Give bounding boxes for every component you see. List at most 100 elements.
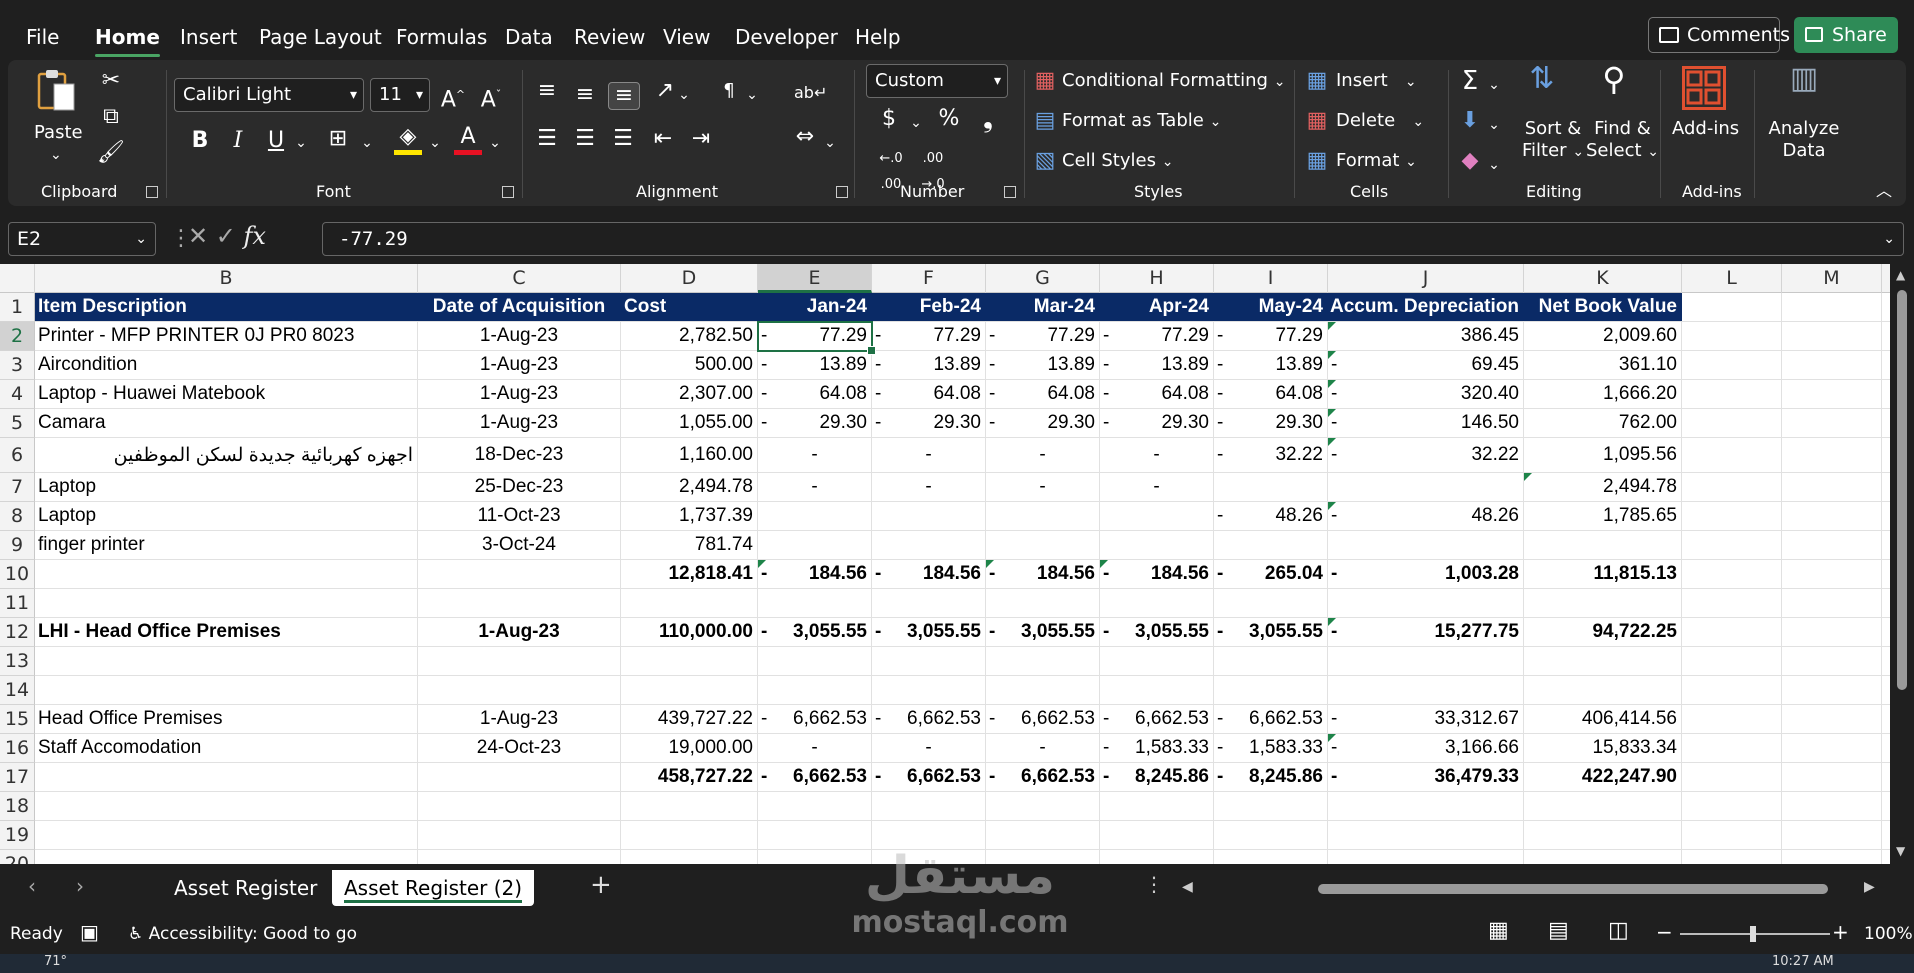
paste-label[interactable]: Paste	[34, 122, 83, 144]
cell-m8[interactable]	[1782, 502, 1882, 530]
chevron-down-icon[interactable]: ⌄	[292, 130, 310, 156]
font-size-dropdown[interactable]: 11 ▾	[370, 78, 430, 112]
cell-l10[interactable]	[1682, 560, 1782, 588]
cell-j19[interactable]	[1328, 821, 1524, 849]
row-header[interactable]: 7	[0, 473, 35, 502]
cell-f3[interactable]: - 13.89	[872, 351, 986, 379]
clear-icon[interactable]: ◆	[1456, 148, 1484, 174]
column-header-j[interactable]: J	[1328, 264, 1524, 293]
cell-c2[interactable]: 1-Aug-23	[418, 322, 621, 350]
menu-file[interactable]: File	[26, 24, 59, 50]
cell-m20[interactable]	[1782, 850, 1882, 864]
cell-d18[interactable]	[621, 792, 758, 820]
cell-d6[interactable]: 1,160.00	[621, 438, 758, 472]
cell-k1[interactable]: Net Book Value	[1524, 293, 1682, 321]
cell-j11[interactable]	[1328, 589, 1524, 617]
cell-j16[interactable]: -3,166.66	[1328, 734, 1524, 762]
cell-g7[interactable]: -	[986, 473, 1100, 501]
cell-f5[interactable]: - 29.30	[872, 409, 986, 437]
cell-f19[interactable]	[872, 821, 986, 849]
cell-k14[interactable]	[1524, 676, 1682, 704]
cell-c18[interactable]	[418, 792, 621, 820]
fill-color-icon[interactable]: ◈	[394, 124, 422, 155]
conditional-formatting-icon[interactable]: ▦	[1032, 68, 1058, 94]
cancel-icon[interactable]: ✕	[188, 222, 208, 250]
cell-j9[interactable]	[1328, 531, 1524, 559]
cell-l11[interactable]	[1682, 589, 1782, 617]
cell-e3[interactable]: - 13.89	[758, 351, 872, 379]
collapse-ribbon-icon[interactable]: ︿	[1872, 178, 1896, 204]
cell-k15[interactable]: 406,414.56	[1524, 705, 1682, 733]
cell-j3[interactable]: -69.45	[1328, 351, 1524, 379]
cell-g13[interactable]	[986, 647, 1100, 675]
cell-d1[interactable]: Cost	[621, 293, 758, 321]
text-direction-icon[interactable]: ¶	[716, 78, 742, 104]
cell-h5[interactable]: - 29.30	[1100, 409, 1214, 437]
cell-e12[interactable]: - 3,055.55	[758, 618, 872, 646]
cell-d11[interactable]	[621, 589, 758, 617]
cell-c14[interactable]	[418, 676, 621, 704]
cell-l19[interactable]	[1682, 821, 1782, 849]
zoom-level[interactable]: 100%	[1864, 924, 1913, 944]
find-select-icon[interactable]: ⚲	[1592, 63, 1636, 110]
chevron-down-icon[interactable]: ⌄	[426, 130, 444, 156]
cell-e8[interactable]	[758, 502, 872, 530]
cell-m3[interactable]	[1782, 351, 1882, 379]
cell-l5[interactable]	[1682, 409, 1782, 437]
menu-view[interactable]: View	[663, 24, 710, 50]
cell-m16[interactable]	[1782, 734, 1882, 762]
menu-data[interactable]: Data	[505, 24, 553, 50]
vertical-scroll-thumb[interactable]	[1897, 290, 1907, 690]
zoom-out-icon[interactable]: −	[1656, 920, 1673, 944]
cell-h10[interactable]: -184.56	[1100, 560, 1214, 588]
cell-c19[interactable]	[418, 821, 621, 849]
cell-j12[interactable]: -15,277.75	[1328, 618, 1524, 646]
more-sheets-icon[interactable]: ⋮	[1144, 872, 1164, 896]
cell-f7[interactable]: -	[872, 473, 986, 501]
cell-e1[interactable]: Jan-24	[758, 293, 872, 321]
cell-l17[interactable]	[1682, 763, 1782, 791]
row-header[interactable]: 18	[0, 792, 35, 821]
cell-g20[interactable]	[986, 850, 1100, 864]
cell-l18[interactable]	[1682, 792, 1782, 820]
find-select-button[interactable]: Find & Select ⌄	[1586, 118, 1659, 163]
row-header[interactable]: 9	[0, 531, 35, 560]
cell-d17[interactable]: 458,727.22	[621, 763, 758, 791]
cell-d8[interactable]: 1,737.39	[621, 502, 758, 530]
cell-f1[interactable]: Feb-24	[872, 293, 986, 321]
cell-f14[interactable]	[872, 676, 986, 704]
cell-g14[interactable]	[986, 676, 1100, 704]
cell-g2[interactable]: - 77.29	[986, 322, 1100, 350]
cell-f10[interactable]: - 184.56	[872, 560, 986, 588]
cell-b11[interactable]	[35, 589, 418, 617]
cell-k3[interactable]: 361.10	[1524, 351, 1682, 379]
weather-temp[interactable]: 71°	[44, 954, 67, 969]
cell-c1[interactable]: Date of Acquisition	[418, 293, 621, 321]
cell-i14[interactable]	[1214, 676, 1328, 704]
cell-m12[interactable]	[1782, 618, 1882, 646]
zoom-in-icon[interactable]: +	[1832, 920, 1849, 944]
comments-button[interactable]: Comments	[1648, 17, 1790, 53]
cell-k13[interactable]	[1524, 647, 1682, 675]
delete-cells-icon[interactable]: ▦	[1304, 108, 1330, 134]
align-right-icon[interactable]: ☰	[608, 126, 638, 152]
prev-sheet-icon[interactable]: ‹	[28, 874, 36, 898]
cell-j13[interactable]	[1328, 647, 1524, 675]
cell-l20[interactable]	[1682, 850, 1782, 864]
align-center-icon[interactable]: ☰	[570, 126, 600, 152]
cell-c3[interactable]: 1-Aug-23	[418, 351, 621, 379]
cell-j8[interactable]: -48.26	[1328, 502, 1524, 530]
cell-k16[interactable]: 15,833.34	[1524, 734, 1682, 762]
cell-f11[interactable]	[872, 589, 986, 617]
cell-h12[interactable]: - 3,055.55	[1100, 618, 1214, 646]
bold-icon[interactable]: B	[186, 128, 214, 154]
enter-icon[interactable]: ✓	[216, 222, 236, 250]
cell-j5[interactable]: -146.50	[1328, 409, 1524, 437]
column-header-k[interactable]: K	[1524, 264, 1682, 293]
column-header-g[interactable]: G	[986, 264, 1100, 293]
cell-m4[interactable]	[1782, 380, 1882, 408]
cell-m19[interactable]	[1782, 821, 1882, 849]
column-header-b[interactable]: B	[35, 264, 418, 293]
cell-c10[interactable]	[418, 560, 621, 588]
cell-i17[interactable]: - 8,245.86	[1214, 763, 1328, 791]
